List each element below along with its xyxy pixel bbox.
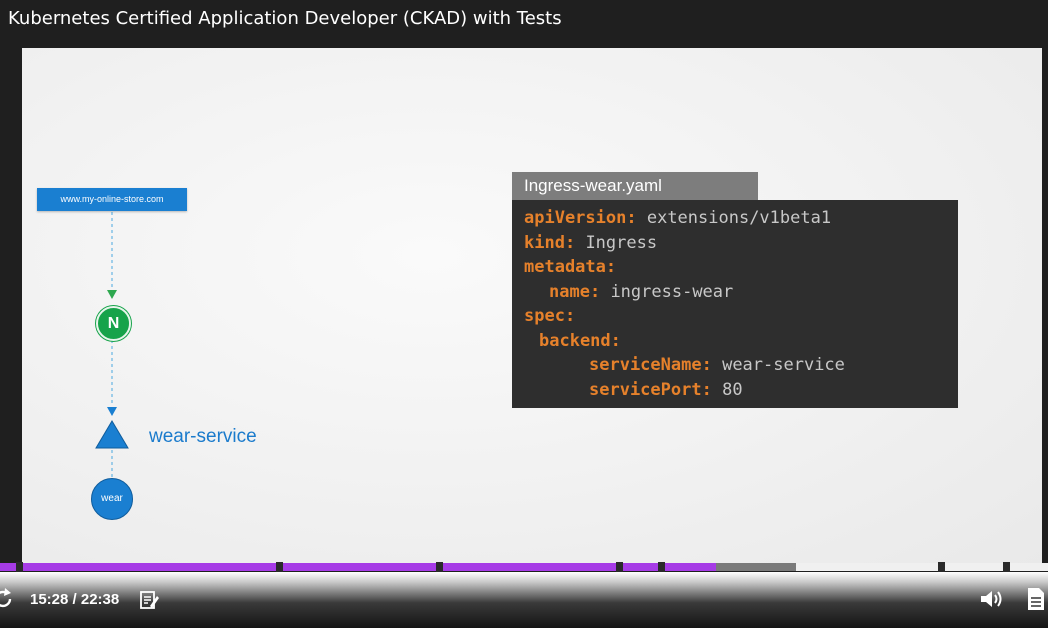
yaml-code-block: apiVersion: extensions/v1beta1 kind: Ing…: [512, 200, 958, 408]
service-label: wear-service: [149, 426, 257, 447]
code-line: kind: Ingress: [524, 233, 658, 253]
code-line: metadata:: [524, 257, 617, 277]
progress-played: [0, 563, 716, 571]
title-bar: Kubernetes Certified Application Develop…: [0, 0, 1048, 48]
time-display: 15:28 / 22:38: [30, 591, 120, 608]
code-line: spec:: [524, 306, 576, 326]
volume-icon[interactable]: [980, 588, 1004, 610]
code-line: servicePort: 80: [589, 380, 743, 400]
service-triangle-icon: [95, 420, 129, 449]
replay-icon[interactable]: [0, 588, 14, 610]
transcript-icon[interactable]: [1026, 587, 1046, 611]
player-controls: 15:28 / 22:38: [0, 572, 1048, 628]
url-box: www.my-online-store.com: [37, 188, 187, 211]
notes-icon[interactable]: [140, 590, 160, 610]
arrow-to-nginx: [107, 290, 117, 299]
yaml-filename-tab: Ingress-wear.yaml: [512, 172, 758, 200]
code-line: serviceName: wear-service: [589, 355, 845, 375]
code-line: backend:: [539, 331, 621, 351]
pod-circle: wear: [91, 478, 133, 520]
progress-bar[interactable]: [0, 562, 1048, 574]
video-slide[interactable]: www.my-online-store.com N wear-service w…: [22, 48, 1042, 566]
course-title: Kubernetes Certified Application Develop…: [8, 8, 562, 29]
right-edge: [1042, 48, 1048, 566]
code-line: apiVersion: extensions/v1beta1: [524, 208, 832, 228]
flow-connectors: [95, 212, 129, 478]
nginx-icon: N: [96, 306, 131, 341]
code-line: name: ingress-wear: [549, 282, 734, 302]
left-edge: [0, 48, 22, 566]
arrow-to-service: [107, 407, 117, 416]
